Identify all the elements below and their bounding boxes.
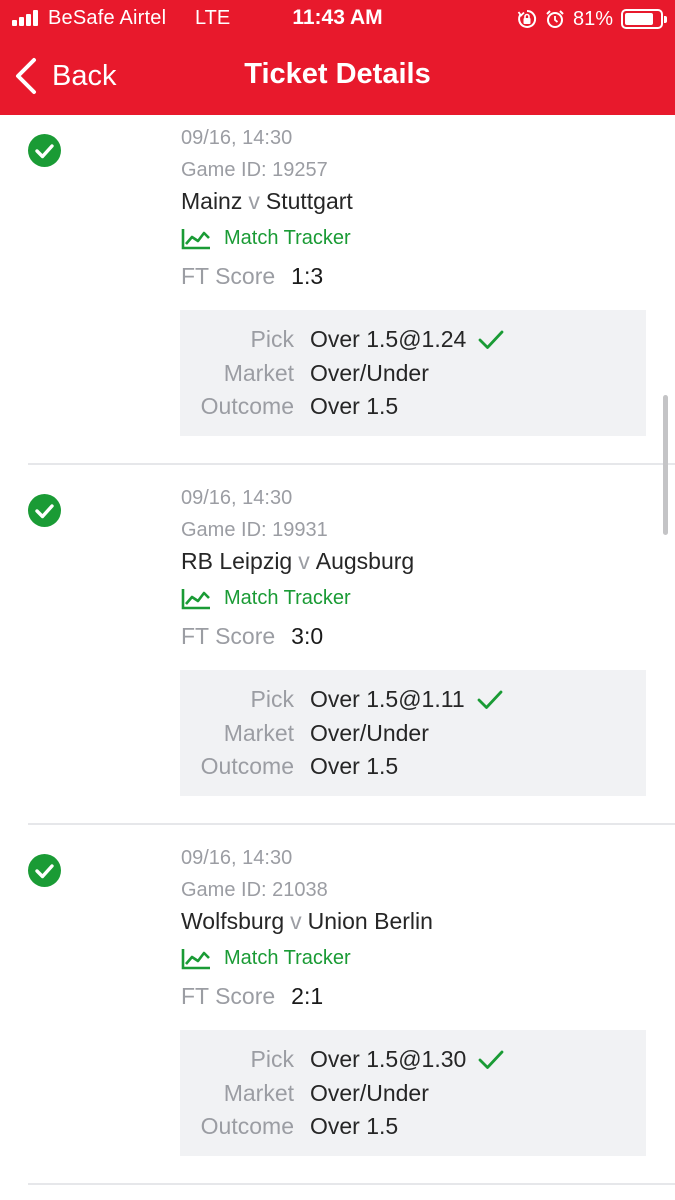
outcome-label: Outcome bbox=[200, 393, 294, 419]
match-teams: RB Leipzig v Augsburg bbox=[181, 548, 414, 575]
match-tracker-link[interactable]: Match Tracker bbox=[181, 947, 351, 970]
market-label: Market bbox=[223, 720, 294, 746]
ft-score-label: FT Score bbox=[181, 983, 276, 1009]
nav-bar: Back Ticket Details bbox=[0, 38, 675, 115]
outcome-value: Over 1.5 bbox=[310, 1113, 399, 1139]
checkmark-icon bbox=[477, 690, 503, 709]
outcome-value: Over 1.5 bbox=[310, 753, 399, 779]
status-bar: BeSafe Airtel LTE 11:43 AM 81% bbox=[0, 0, 675, 38]
checkmark-icon bbox=[478, 1050, 504, 1069]
ticket-item: 09/16, 14:30 Game ID: 19257 Mainz v Stuttg… bbox=[0, 115, 675, 465]
chart-trend-icon bbox=[181, 588, 210, 609]
pick-label: Pick bbox=[250, 1046, 294, 1072]
home-team: Wolfsburg bbox=[181, 908, 285, 934]
market-value: Over/Under bbox=[310, 1080, 429, 1106]
home-team: RB Leipzig bbox=[181, 548, 293, 574]
outcome-row: Outcome Over 1.5 bbox=[180, 751, 646, 783]
match-datetime: 09/16, 14:30 bbox=[181, 487, 293, 509]
page-title: Ticket Details bbox=[244, 58, 431, 90]
won-check-icon bbox=[28, 854, 61, 887]
match-tracker-label: Match Tracker bbox=[224, 947, 351, 969]
won-check-icon bbox=[28, 134, 61, 167]
versus-label: v bbox=[290, 908, 302, 934]
battery-percent: 81% bbox=[572, 7, 613, 30]
battery-fill bbox=[625, 13, 653, 25]
pick-row: Pick Over 1.5@1.11 bbox=[180, 684, 646, 716]
ticket-list[interactable]: 09/16, 14:30 Game ID: 19257 Mainz v Stuttg… bbox=[0, 115, 675, 1200]
ticket-divider bbox=[28, 823, 675, 825]
market-value: Over/Under bbox=[310, 720, 429, 746]
status-icons: 81% bbox=[517, 6, 667, 32]
battery-icon bbox=[621, 9, 667, 29]
scrollbar-thumb[interactable] bbox=[663, 395, 668, 535]
ft-score-label: FT Score bbox=[181, 263, 276, 289]
game-id: Game ID: 21038 bbox=[181, 879, 328, 901]
game-id: Game ID: 19257 bbox=[181, 159, 328, 181]
pick-text: Over 1.5@1.24 bbox=[310, 326, 467, 352]
match-tracker-link[interactable]: Match Tracker bbox=[181, 587, 351, 610]
checkmark-icon bbox=[478, 330, 504, 349]
ticket-divider bbox=[28, 463, 675, 465]
ticket-item: 09/16, 14:30 Game ID: 21038 Wolfsburg v Un… bbox=[0, 835, 675, 1185]
market-value: Over/Under bbox=[310, 360, 429, 386]
chart-trend-icon bbox=[181, 948, 210, 969]
pick-text: Over 1.5@1.30 bbox=[310, 1046, 467, 1072]
pick-value: Over 1.5@1.30 bbox=[310, 1046, 504, 1073]
outcome-label: Outcome bbox=[200, 753, 294, 779]
app-header: BeSafe Airtel LTE 11:43 AM 81% Back Tick… bbox=[0, 0, 675, 115]
match-teams: Wolfsburg v Union Berlin bbox=[181, 908, 433, 935]
alarm-icon bbox=[546, 10, 564, 28]
pick-details-box: Pick Over 1.5@1.24 Market Over/Under Out… bbox=[180, 310, 646, 436]
match-teams: Mainz v Stuttgart bbox=[181, 188, 353, 215]
orientation-lock-icon bbox=[517, 9, 537, 28]
chart-trend-icon bbox=[181, 228, 210, 249]
market-label: Market bbox=[223, 360, 294, 386]
pick-value: Over 1.5@1.11 bbox=[310, 686, 503, 713]
market-row: Market Over/Under bbox=[180, 358, 646, 390]
outcome-row: Outcome Over 1.5 bbox=[180, 1111, 646, 1143]
away-team: Stuttgart bbox=[265, 188, 353, 214]
outcome-label: Outcome bbox=[200, 1113, 294, 1139]
ft-score-value: 1:3 bbox=[291, 263, 324, 289]
ft-score-row: FT Score 2:1 bbox=[181, 983, 323, 1010]
market-row: Market Over/Under bbox=[180, 718, 646, 750]
ft-score-row: FT Score 3:0 bbox=[181, 623, 323, 650]
pick-row: Pick Over 1.5@1.24 bbox=[180, 324, 646, 356]
pick-label: Pick bbox=[250, 326, 294, 352]
versus-label: v bbox=[248, 188, 260, 214]
match-tracker-label: Match Tracker bbox=[224, 587, 351, 609]
pick-text: Over 1.5@1.11 bbox=[310, 686, 465, 712]
ft-score-value: 2:1 bbox=[291, 983, 324, 1009]
match-datetime: 09/16, 14:30 bbox=[181, 127, 293, 149]
versus-label: v bbox=[298, 548, 310, 574]
match-tracker-link[interactable]: Match Tracker bbox=[181, 227, 351, 250]
market-row: Market Over/Under bbox=[180, 1078, 646, 1110]
match-datetime: 09/16, 14:30 bbox=[181, 847, 293, 869]
ft-score-row: FT Score 1:3 bbox=[181, 263, 323, 290]
match-tracker-label: Match Tracker bbox=[224, 227, 351, 249]
market-label: Market bbox=[223, 1080, 294, 1106]
away-team: Union Berlin bbox=[307, 908, 433, 934]
game-id: Game ID: 19931 bbox=[181, 519, 328, 541]
home-team: Mainz bbox=[181, 188, 243, 214]
pick-value: Over 1.5@1.24 bbox=[310, 326, 504, 353]
outcome-row: Outcome Over 1.5 bbox=[180, 391, 646, 423]
ticket-divider bbox=[28, 1183, 675, 1185]
ticket-item: 09/16, 14:30 Game ID: 19931 RB Leipzig v A… bbox=[0, 475, 675, 825]
ft-score-value: 3:0 bbox=[291, 623, 324, 649]
away-team: Augsburg bbox=[315, 548, 415, 574]
pick-row: Pick Over 1.5@1.30 bbox=[180, 1044, 646, 1076]
pick-details-box: Pick Over 1.5@1.11 Market Over/Under Out… bbox=[180, 670, 646, 796]
outcome-value: Over 1.5 bbox=[310, 393, 399, 419]
pick-label: Pick bbox=[250, 686, 294, 712]
won-check-icon bbox=[28, 494, 61, 527]
ft-score-label: FT Score bbox=[181, 623, 276, 649]
pick-details-box: Pick Over 1.5@1.30 Market Over/Under Out… bbox=[180, 1030, 646, 1156]
